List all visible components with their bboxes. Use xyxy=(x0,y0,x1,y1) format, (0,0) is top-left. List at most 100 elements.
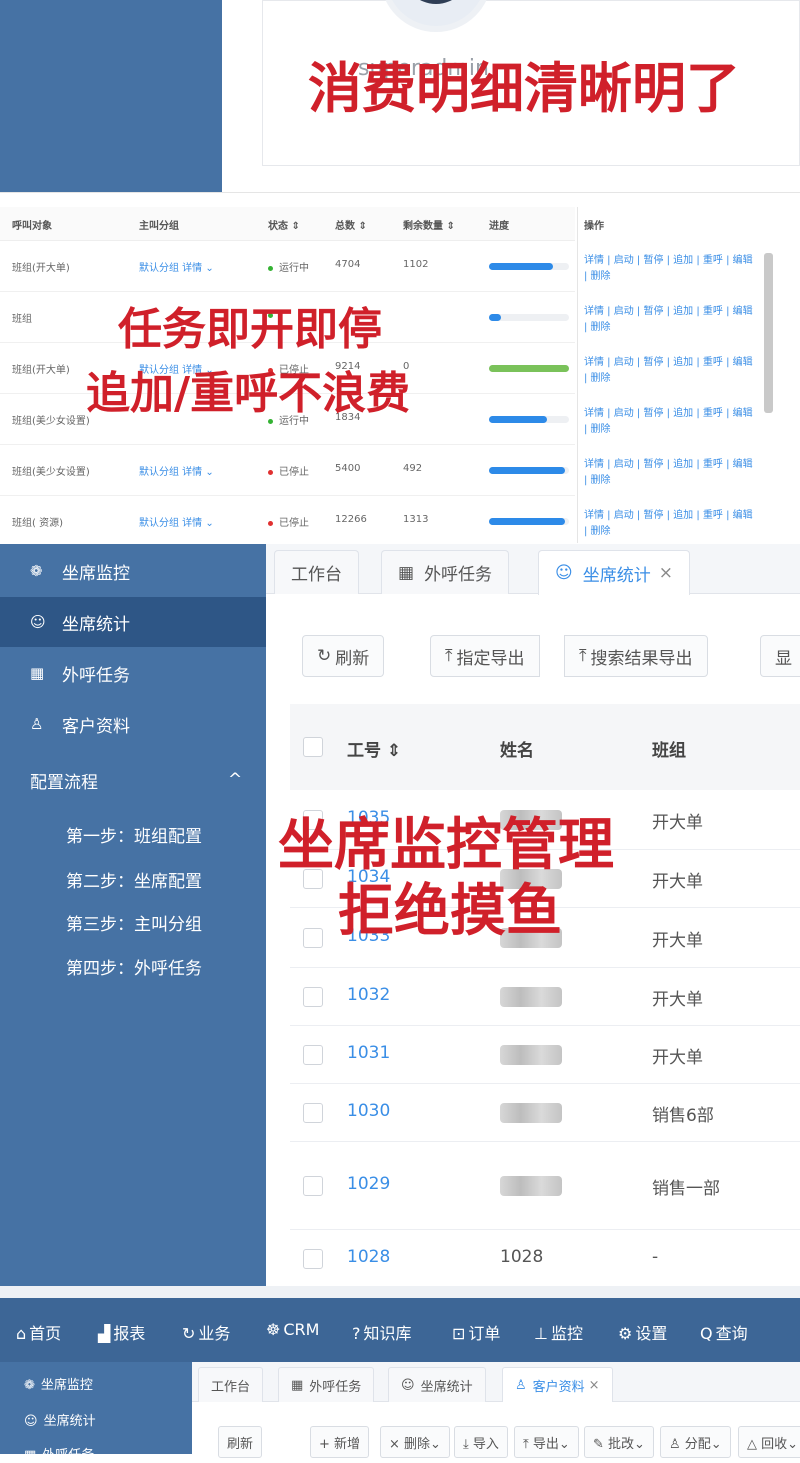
row-checkbox[interactable] xyxy=(303,987,323,1007)
sidebar-item-config-flow[interactable]: 配置流程 ^ xyxy=(0,755,266,805)
more-button[interactable]: 显 xyxy=(760,635,800,677)
progress-fill xyxy=(489,365,569,372)
toolbar-button[interactable]: + 新增 xyxy=(310,1426,370,1458)
sidebar-item-agent-monitor[interactable]: ❁ 坐席监控 xyxy=(0,546,266,596)
sidebar-item-outbound-tasks[interactable]: ▦ 外呼任务 xyxy=(0,648,266,698)
employee-id-link[interactable]: 1028 xyxy=(347,1247,390,1267)
progress-bar xyxy=(489,467,569,474)
actions-line[interactable]: 详情 | 启动 | 暂停 | 追加 | 重呼 | 编辑 xyxy=(584,457,766,473)
employee-id-link[interactable]: 1031 xyxy=(347,1043,390,1063)
topnav-item[interactable]: ☸ CRM xyxy=(266,1320,319,1339)
delete-link[interactable]: | 删除 xyxy=(584,473,766,489)
toolbar-button[interactable]: ♙ 分配⌄ xyxy=(660,1426,731,1458)
export-selected-button[interactable]: ⤒ 指定导出 xyxy=(430,635,540,677)
tab-outbound-tasks[interactable]: ▦ 外呼任务 xyxy=(381,550,510,594)
row-actions[interactable]: 详情 | 启动 | 暂停 | 追加 | 重呼 | 编辑 | 删除 xyxy=(584,457,766,489)
topnav-item[interactable]: Q 查询 xyxy=(700,1320,748,1344)
col-status[interactable]: 状态 ⇕ xyxy=(268,217,300,232)
delete-link[interactable]: | 删除 xyxy=(584,524,766,540)
nav-icon: ⊥ xyxy=(534,1324,548,1343)
export-search-button[interactable]: ⤒ 搜索结果导出 xyxy=(564,635,708,677)
row-actions[interactable]: 详情 | 启动 | 暂停 | 追加 | 重呼 | 编辑 | 删除 xyxy=(584,355,766,387)
row-actions[interactable]: 详情 | 启动 | 暂停 | 追加 | 重呼 | 编辑 | 删除 xyxy=(584,406,766,438)
row-actions[interactable]: 详情 | 启动 | 暂停 | 追加 | 重呼 | 编辑 | 删除 xyxy=(584,508,766,540)
actions-line[interactable]: 详情 | 启动 | 暂停 | 追加 | 重呼 | 编辑 xyxy=(584,304,766,320)
sidebar-subitem-step2[interactable]: 第二步：坐席配置 xyxy=(66,867,202,892)
employee-id-link[interactable]: 1030 xyxy=(347,1101,390,1121)
cell-team: 开大单 xyxy=(652,872,703,892)
col-employee-id[interactable]: 工号 ⇕ xyxy=(347,736,401,761)
toolbar-button[interactable]: ⤒ 导出⌄ xyxy=(514,1426,579,1458)
employee-id-link[interactable]: 1032 xyxy=(347,985,390,1005)
cell-target: 班组 xyxy=(12,314,32,325)
select-all-checkbox[interactable] xyxy=(303,737,323,757)
tab-agent-stats[interactable]: ☺ 坐席统计 xyxy=(388,1367,486,1402)
operations-column: 操作 详情 | 启动 | 暂停 | 追加 | 重呼 | 编辑 | 删除 详情 | 启… xyxy=(577,207,775,543)
row-checkbox[interactable] xyxy=(303,928,323,948)
sidebar-item-agent-stats[interactable]: ☺ 坐席统计 xyxy=(0,597,266,647)
row-checkbox[interactable] xyxy=(303,1103,323,1123)
close-icon[interactable]: × xyxy=(589,1378,600,1393)
upload-icon: ⤒ xyxy=(579,646,587,666)
topnav-item[interactable]: ⊥ 监控 xyxy=(534,1320,583,1344)
tab-label: 外呼任务 xyxy=(424,565,493,585)
actions-line[interactable]: 详情 | 启动 | 暂停 | 追加 | 重呼 | 编辑 xyxy=(584,253,766,269)
col-total[interactable]: 总数 ⇕ xyxy=(335,217,367,232)
topnav-item[interactable]: ▟ 报表 xyxy=(98,1320,145,1344)
toolbar-button[interactable]: ✎ 批改⌄ xyxy=(584,1426,654,1458)
delete-link[interactable]: | 删除 xyxy=(584,269,766,285)
row-actions[interactable]: 详情 | 启动 | 暂停 | 追加 | 重呼 | 编辑 | 删除 xyxy=(584,253,766,285)
task-table-panel: 呼叫对象 主叫分组 状态 ⇕ 总数 ⇕ 剩余数量 ⇕ 进度 班组(开大单) 默认分… xyxy=(0,192,800,547)
actions-line[interactable]: 详情 | 启动 | 暂停 | 追加 | 重呼 | 编辑 xyxy=(584,508,766,524)
col-remaining[interactable]: 剩余数量 ⇕ xyxy=(403,217,455,232)
tab-customers[interactable]: ♙ 客户资料 × xyxy=(502,1367,613,1402)
delete-link[interactable]: | 删除 xyxy=(584,320,766,336)
toolbar-button[interactable]: △ 回收⌄ xyxy=(738,1426,800,1458)
toolbar-button[interactable]: 刷新 xyxy=(218,1426,263,1458)
tab-agent-stats[interactable]: ☺ 坐席统计 × xyxy=(538,550,690,595)
sidebar-item-agent-stats[interactable]: ☺ 坐席统计 xyxy=(24,1410,96,1429)
topnav-item[interactable]: ? 知识库 xyxy=(352,1320,412,1344)
sidebar-subitem-step4[interactable]: 第四步：外呼任务 xyxy=(66,954,202,979)
delete-link[interactable]: | 删除 xyxy=(584,422,766,438)
cell-team: 销售一部 xyxy=(652,1179,720,1199)
stats-icon: ☺ xyxy=(30,613,46,631)
cell-group[interactable]: 默认分组 详情 ⌄ xyxy=(139,514,214,529)
table-row: 1031 开大单 xyxy=(290,1026,800,1084)
cell-total: 5400 xyxy=(335,463,361,474)
promo-caption-line2: 追加/重呼不浪费 xyxy=(86,368,411,419)
toolbar-button[interactable]: ⤓ 导入 xyxy=(454,1426,508,1458)
actions-line[interactable]: 详情 | 启动 | 暂停 | 追加 | 重呼 | 编辑 xyxy=(584,355,766,371)
topnav-item[interactable]: ↻ 业务 xyxy=(182,1320,230,1344)
employee-id-link[interactable]: 1029 xyxy=(347,1174,390,1194)
user-icon: ♙ xyxy=(515,1377,527,1393)
sidebar-item-label: 外呼任务 xyxy=(62,665,130,686)
tab-outbound-tasks[interactable]: ▦ 外呼任务 xyxy=(278,1367,375,1402)
grid-icon: ▦ xyxy=(30,664,45,682)
cell-group[interactable]: 默认分组 详情 ⌄ xyxy=(139,259,214,274)
row-actions[interactable]: 详情 | 启动 | 暂停 | 追加 | 重呼 | 编辑 | 删除 xyxy=(584,304,766,336)
tab-workbench[interactable]: 工作台 xyxy=(198,1367,264,1402)
progress-fill xyxy=(489,518,565,525)
sidebar-item-customers[interactable]: ♙ 客户资料 xyxy=(0,699,266,749)
tab-workbench[interactable]: 工作台 xyxy=(274,550,359,594)
button-label: 搜索结果导出 xyxy=(590,648,693,669)
toolbar-button[interactable]: × 删除⌄ xyxy=(380,1426,450,1458)
nav-icon: ⚙ xyxy=(618,1324,633,1343)
sidebar-subitem-step3[interactable]: 第三步：主叫分组 xyxy=(66,910,202,935)
row-checkbox[interactable] xyxy=(303,1045,323,1065)
sidebar-subitem-step1[interactable]: 第一步：班组配置 xyxy=(66,822,202,847)
sidebar-item-agent-monitor[interactable]: ❁ 坐席监控 xyxy=(24,1374,93,1393)
progress-fill xyxy=(489,467,565,474)
scrollbar[interactable] xyxy=(764,253,773,413)
row-checkbox[interactable] xyxy=(303,1249,323,1269)
actions-line[interactable]: 详情 | 启动 | 暂停 | 追加 | 重呼 | 编辑 xyxy=(584,406,766,422)
topnav-item[interactable]: ⌂ 首页 xyxy=(16,1320,61,1344)
topnav-item[interactable]: ⚙ 设置 xyxy=(618,1320,667,1344)
delete-link[interactable]: | 删除 xyxy=(584,371,766,387)
row-checkbox[interactable] xyxy=(303,1176,323,1196)
cell-group[interactable]: 默认分组 详情 ⌄ xyxy=(139,463,214,478)
topnav-item[interactable]: ⊡ 订单 xyxy=(452,1320,500,1344)
close-icon[interactable]: × xyxy=(659,563,673,583)
refresh-button[interactable]: ↻ 刷新 xyxy=(302,635,385,677)
